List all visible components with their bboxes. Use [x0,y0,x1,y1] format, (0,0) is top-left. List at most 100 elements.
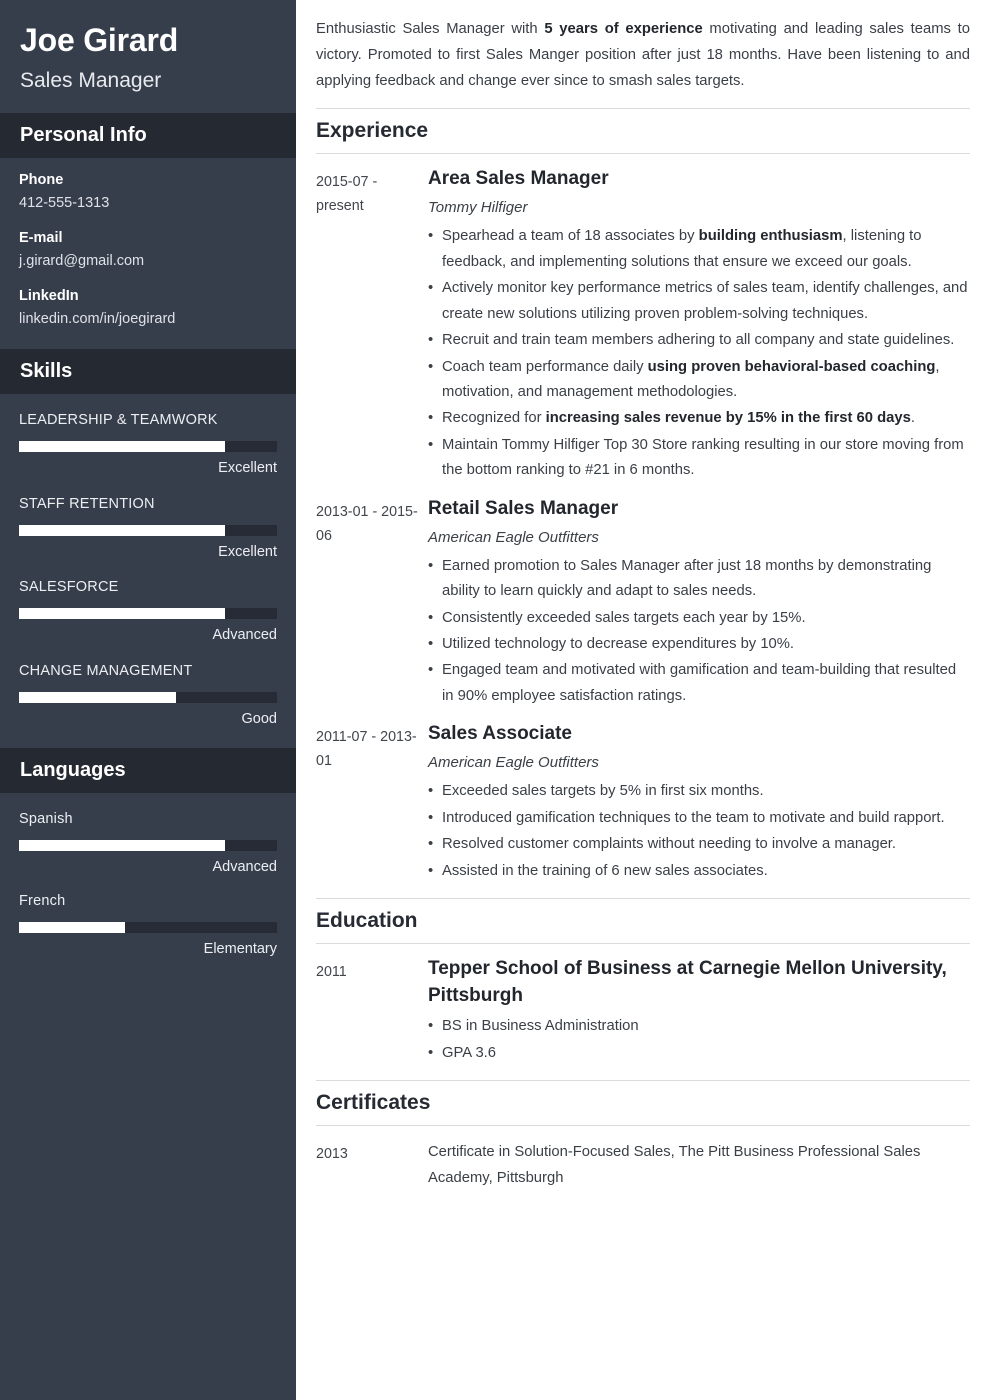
entry-date: 2015-07 - present [316,174,378,215]
experience-entry: 2011-07 - 2013-01 Sales Associate Americ… [316,721,970,884]
school-name: Tepper School of Business at Carnegie Me… [428,958,947,1007]
skill-name: LEADERSHIP & TEAMWORK [19,412,218,429]
skill-item: SALESFORCE Advanced [19,577,277,647]
entry-body: Certificate in Solution-Focused Sales, T… [428,1138,970,1191]
entry-date: 2013-01 - 2015-06 [316,503,418,544]
bullet-item: Recruit and train team members adhering … [428,328,970,354]
bullet-item: Engaged team and motivated with gamifica… [428,658,970,709]
info-label: LinkedIn [19,287,79,304]
bullet-text: Recruit and train team members adhering … [442,332,955,349]
personal-info-body: Phone 412-555-1313 E-mail j.girard@gmail… [0,158,296,349]
skill-item: LEADERSHIP & TEAMWORK Excellent [19,410,277,480]
education-heading: Education [316,898,970,945]
language-meter-fill [19,840,226,852]
candidate-name: Joe Girard [20,22,179,58]
identity-block: Joe Girard Sales Manager [0,0,296,113]
entry-date: 2013 [316,1146,348,1163]
info-value: j.girard@gmail.com [19,252,145,269]
main-content: Enthusiastic Sales Manager with 5 years … [296,0,990,1400]
entry-role: Area Sales Manager [428,168,609,190]
languages-header: Languages [0,748,296,794]
info-label: Phone [19,171,64,188]
experience-heading: Experience [316,108,970,155]
language-name: Spanish [19,811,73,828]
bullet-text: Introduced gamification techniques to th… [442,809,945,826]
language-meter-track [19,921,277,933]
certificates-section: Certificates 2013 Certificate in Solutio… [316,1080,970,1191]
bullet-text: . [910,410,915,427]
bullet-text: Assisted in the training of 6 new sales … [442,862,768,879]
bullet-text: Coach team performance daily [442,358,648,375]
bullet-text: Utilized technology to decrease expendit… [442,635,795,652]
info-item-linkedin: LinkedIn linkedin.com/in/joegirard [19,286,277,331]
skill-name: CHANGE MANAGEMENT [19,662,193,679]
language-meter-fill [19,921,125,933]
skill-meter-fill [19,441,226,453]
entry-bullet-list: Spearhead a team of 18 associates by bui… [428,224,970,483]
info-value: 412-555-1313 [19,195,110,211]
skill-item: CHANGE MANAGEMENT Good [19,661,277,731]
info-value: linkedin.com/in/joegirard [19,310,176,327]
skill-meter-track [19,524,277,536]
education-section: Education 2011 Tepper School of Business… [316,898,970,1067]
entry-organization: American Eagle Outfitters [428,528,599,546]
personal-info-heading: Personal Info [20,123,147,146]
skill-rating: Good [241,710,277,727]
bullet-item: Spearhead a team of 18 associates by bui… [428,224,970,275]
bullet-text: Spearhead a team of 18 associates by [442,228,699,245]
bullet-item: Exceeded sales targets by 5% in first si… [428,779,970,805]
candidate-job-title: Sales Manager [20,68,162,92]
experience-entry: 2015-07 - present Area Sales Manager Tom… [316,166,970,483]
language-rating: Advanced [212,859,278,876]
certificate-entry: 2013 Certificate in Solution-Focused Sal… [316,1138,970,1191]
bullet-item: Utilized technology to decrease expendit… [428,632,970,658]
entry-organization: American Eagle Outfitters [428,754,599,772]
bullet-item: BS in Business Administration [428,1014,970,1040]
entry-role: Retail Sales Manager [428,497,619,519]
professional-summary: Enthusiastic Sales Manager with 5 years … [316,16,970,94]
skill-name: SALESFORCE [19,579,119,596]
sidebar: Joe Girard Sales Manager Personal Info P… [0,0,296,1400]
skill-meter-track [19,441,277,453]
skill-rating: Excellent [218,460,277,477]
summary-text-1: Enthusiastic Sales Manager with [316,21,545,37]
education-entry: 2011 Tepper School of Business at Carneg… [316,956,970,1066]
bullet-text: Actively monitor key performance metrics… [442,280,968,322]
entry-organization: Tommy Hilfiger [428,199,528,217]
language-name: French [19,892,66,909]
entry-bullet-list: Exceeded sales targets by 5% in first si… [428,779,970,884]
bullet-item: Earned promotion to Sales Manager after … [428,554,970,605]
bullet-item: Coach team performance daily using prove… [428,355,970,406]
personal-info-header: Personal Info [0,112,296,158]
language-item: French Elementary [19,891,277,961]
bullet-bold: using proven behavioral-based coaching [647,358,936,375]
bullet-item: Recognized for increasing sales revenue … [428,406,970,432]
languages-body: Spanish Advanced French Elementary [0,793,296,976]
bullet-item: Introduced gamification techniques to th… [428,806,970,832]
bullet-text: Engaged team and motivated with gamifica… [442,662,957,704]
bullet-text: Resolved customer complaints without nee… [442,836,897,853]
entry-body: Sales Associate American Eagle Outfitter… [428,721,970,884]
language-item: Spanish Advanced [19,809,277,879]
info-item-phone: Phone 412-555-1313 [19,170,277,215]
bullet-text: Consistently exceeded sales targets each… [442,609,806,626]
experience-section: Experience 2015-07 - present Area Sales … [316,108,970,884]
bullet-text: Earned promotion to Sales Manager after … [442,557,932,600]
skills-header: Skills [0,349,296,395]
bullet-item: Resolved customer complaints without nee… [428,832,970,858]
summary-bold-1: 5 years of experience [544,21,703,37]
skill-item: STAFF RETENTION Excellent [19,494,277,564]
bullet-item: Actively monitor key performance metrics… [428,276,970,327]
language-rating: Elementary [203,940,277,957]
skills-heading: Skills [20,360,73,383]
bullet-bold: building enthusiasm [698,228,843,245]
bullet-text: Exceeded sales targets by 5% in first si… [442,783,764,800]
entry-body: Tepper School of Business at Carnegie Me… [428,956,970,1066]
bullet-item: Assisted in the training of 6 new sales … [428,859,970,885]
entry-role: Sales Associate [428,723,572,745]
entry-bullet-list: Earned promotion to Sales Manager after … [428,554,970,710]
skills-body: LEADERSHIP & TEAMWORK Excellent STAFF RE… [0,394,296,748]
bullet-text: Recognized for [442,410,546,427]
skill-meter-fill [19,608,226,620]
bullet-item: GPA 3.6 [428,1041,970,1067]
